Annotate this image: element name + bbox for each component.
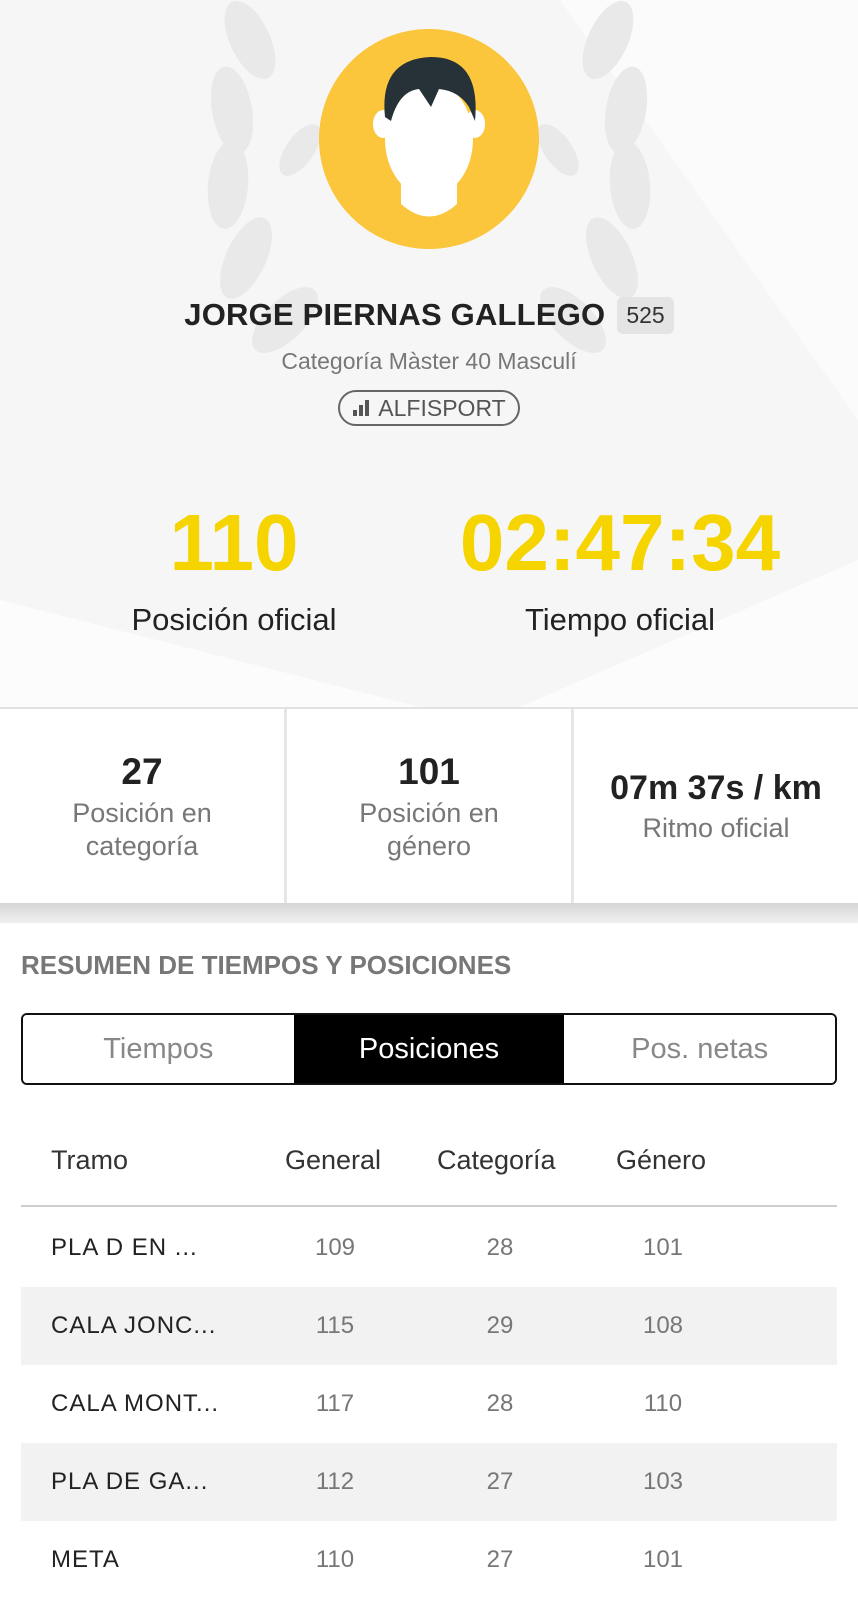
cell-categoria: 29: [486, 1312, 514, 1339]
cell-general: 110: [315, 1546, 355, 1573]
tab-tiempos[interactable]: Tiempos: [23, 1015, 294, 1083]
summary-tabs: Tiempos Posiciones Pos. netas: [21, 1013, 837, 1085]
stat-gender-position: 101 Posición en género: [287, 709, 574, 905]
cell-categoria: 27: [486, 1468, 514, 1495]
official-position-value: 110: [169, 498, 299, 587]
stat-label-line1: Ritmo oficial: [642, 813, 790, 843]
cell-genero: 103: [642, 1468, 684, 1495]
timer-label: ALFISPORT: [378, 394, 506, 421]
table-row[interactable]: PLA D EN ... 109 28 101: [21, 1209, 837, 1287]
cell-categoria: 28: [486, 1390, 514, 1417]
official-position-label: Posición oficial: [131, 602, 337, 637]
table-row[interactable]: PLA DE GA... 112 27 103: [21, 1443, 837, 1521]
cell-tramo: CALA JONC...: [51, 1312, 217, 1339]
cell-tramo: META: [51, 1546, 120, 1573]
stat-value: 27: [121, 751, 163, 792]
stat-label-line1: Posición en: [72, 798, 212, 828]
stat-label-line2: categoría: [85, 831, 199, 861]
cell-tramo: PLA DE GA...: [51, 1468, 209, 1495]
bib-badge: 525: [617, 296, 674, 334]
section-divider: [0, 903, 858, 923]
stat-label-line2: género: [386, 831, 472, 861]
official-time-label: Tiempo oficial: [524, 602, 716, 637]
stat-official-pace: 07m 37s / km Ritmo oficial: [574, 709, 858, 905]
athlete-name: JORGE PIERNAS GALLEGO: [184, 297, 606, 332]
cell-general: 117: [315, 1390, 355, 1417]
cell-categoria: 28: [486, 1234, 514, 1261]
athlete-name-row: JORGE PIERNAS GALLEGO 525: [0, 295, 858, 335]
cell-genero: 108: [642, 1312, 684, 1339]
header-general: General: [285, 1145, 382, 1175]
stat-value: 07m 37s / km: [610, 769, 822, 807]
timer-chip[interactable]: ALFISPORT: [338, 390, 520, 426]
header-tramo: Tramo: [51, 1145, 129, 1175]
summary-title: RESUMEN DE TIEMPOS Y POSICIONES: [21, 950, 512, 980]
cell-general: 115: [315, 1312, 355, 1339]
tab-pos-netas[interactable]: Pos. netas: [564, 1015, 835, 1083]
table-header: Tramo General Categoría Género: [21, 1135, 837, 1207]
official-time-value: 02:47:34: [459, 498, 781, 587]
signal-bars-icon: [353, 400, 370, 416]
tab-posiciones[interactable]: Posiciones: [293, 1015, 565, 1083]
table-row[interactable]: CALA JONC... 115 29 108: [21, 1287, 837, 1365]
table-row[interactable]: CALA MONT... 117 28 110: [21, 1365, 837, 1443]
cell-general: 112: [315, 1468, 355, 1495]
cell-genero: 101: [642, 1234, 684, 1261]
athlete-category: Categoría Màster 40 Masculí: [281, 348, 577, 374]
cell-general: 109: [314, 1234, 356, 1261]
user-avatar-icon: [319, 29, 539, 249]
cell-categoria: 27: [486, 1546, 514, 1573]
table-row[interactable]: META 110 27 101: [21, 1521, 837, 1599]
positions-table: PLA D EN ... 109 28 101 CALA JONC... 115…: [21, 1209, 837, 1599]
stat-label-line1: Posición en: [359, 798, 499, 828]
stats-row: 27 Posición en categoría 101 Posición en…: [0, 707, 858, 905]
stat-category-position: 27 Posición en categoría: [0, 709, 287, 905]
cell-tramo: PLA D EN ...: [51, 1234, 198, 1261]
cell-genero: 110: [643, 1390, 683, 1417]
stat-value: 101: [398, 751, 460, 792]
cell-genero: 101: [642, 1546, 684, 1573]
cell-tramo: CALA MONT...: [51, 1390, 220, 1417]
header-categoria: Categoría: [437, 1145, 556, 1175]
result-hero: JORGE PIERNAS GALLEGO 525 Categoría Màst…: [0, 0, 858, 707]
header-genero: Género: [616, 1145, 707, 1175]
